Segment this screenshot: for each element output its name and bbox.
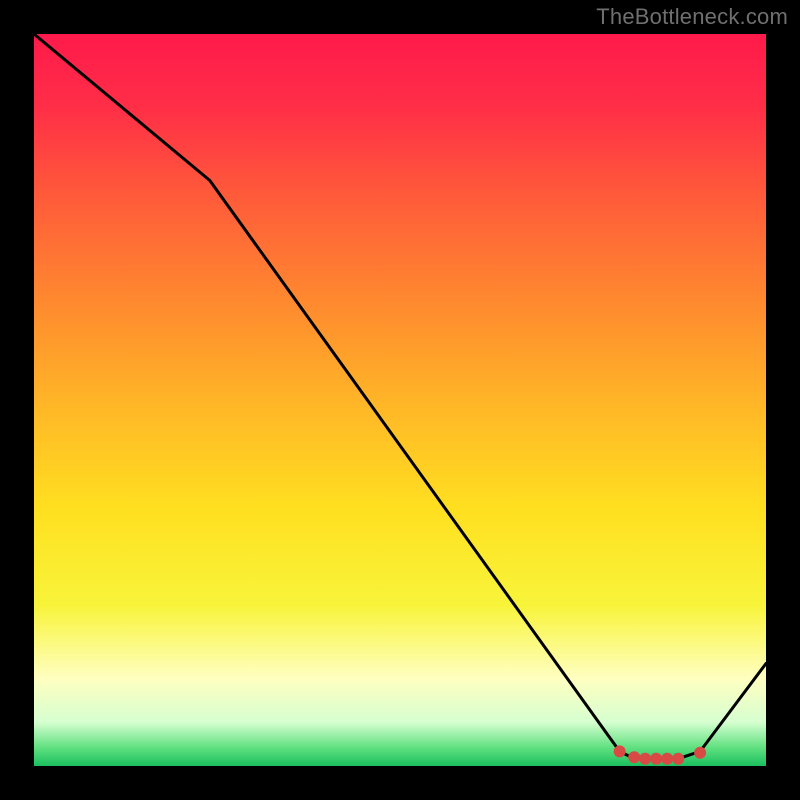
marker-dot	[628, 751, 640, 763]
chart-container	[34, 34, 766, 766]
marker-dot	[650, 753, 662, 765]
marker-dot	[661, 753, 673, 765]
marker-dot	[672, 753, 684, 765]
marker-dot	[614, 745, 626, 757]
marker-dot	[694, 747, 706, 759]
marker-dot	[639, 753, 651, 765]
chart-svg	[34, 34, 766, 766]
chart-background-gradient	[34, 34, 766, 766]
watermark-text: TheBottleneck.com	[596, 4, 788, 30]
